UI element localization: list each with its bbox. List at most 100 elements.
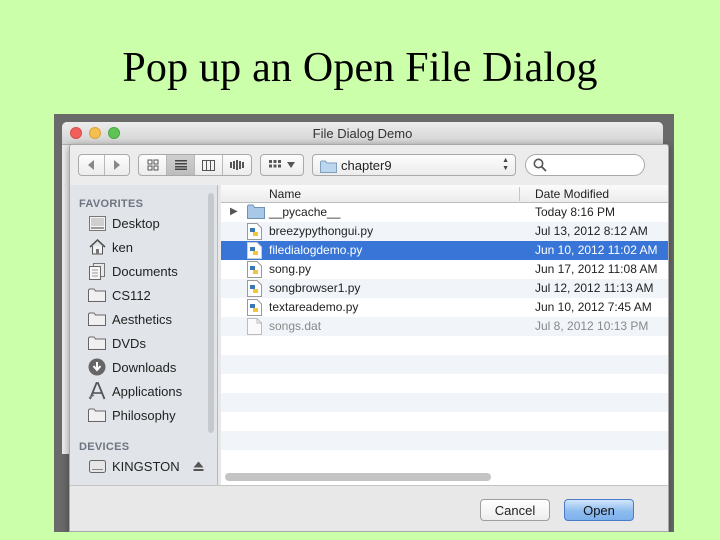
file-list: Name Date Modified ▶ __pycache__ Today 8… — [221, 185, 668, 485]
sidebar-item-applications[interactable]: Applications — [88, 380, 214, 402]
forward-button[interactable] — [105, 155, 130, 175]
window-titlebar[interactable]: File Dialog Demo — [62, 122, 663, 145]
open-file-dialog: chapter9 ▲ ▼ FAVORITES Desktop ken Docume… — [69, 144, 669, 532]
sidebar-item-label: Documents — [112, 263, 178, 279]
sidebar-item-label: Desktop — [112, 215, 160, 231]
python-file-icon — [247, 299, 262, 316]
column-divider[interactable] — [519, 187, 520, 201]
sidebar-item-documents[interactable]: Documents — [88, 260, 214, 282]
icon-view-button[interactable] — [139, 155, 167, 175]
arrange-grid-icon — [269, 160, 281, 168]
location-popup[interactable]: chapter9 ▲ ▼ — [312, 154, 516, 176]
cancel-button[interactable]: Cancel — [480, 499, 550, 521]
cover-flow-view-icon — [230, 160, 244, 170]
empty-row — [221, 412, 668, 431]
sidebar-item-label: KINGSTON — [112, 458, 180, 474]
slide-title: Pop up an Open File Dialog — [122, 45, 598, 91]
scrollbar-thumb[interactable] — [225, 473, 491, 481]
eject-icon[interactable] — [193, 459, 204, 477]
horizontal-scrollbar[interactable] — [225, 473, 665, 481]
list-view-button[interactable] — [167, 155, 195, 175]
search-icon — [533, 158, 547, 172]
column-header-date[interactable]: Date Modified — [535, 187, 609, 201]
chevron-right-icon — [113, 160, 120, 170]
chevron-left-icon — [88, 160, 95, 170]
cover-flow-view-button[interactable] — [223, 155, 251, 175]
sidebar-item-cs112[interactable]: CS112 — [88, 284, 214, 306]
sidebar-item-label: Downloads — [112, 359, 177, 375]
column-view-button[interactable] — [195, 155, 223, 175]
file-date: Jul 8, 2012 10:13 PM — [535, 319, 649, 333]
file-name: textareademo.py — [269, 300, 359, 314]
sidebar-item-aesthetics[interactable]: Aesthetics — [88, 308, 214, 330]
document-icon — [247, 318, 262, 335]
file-date: Jul 13, 2012 8:12 AM — [535, 224, 648, 238]
list-header: Name Date Modified — [221, 185, 668, 203]
folder-icon — [88, 286, 106, 304]
column-header-name[interactable]: Name — [269, 187, 301, 201]
sidebar-item-downloads[interactable]: Downloads — [88, 356, 214, 378]
file-name: songbrowser1.py — [269, 281, 361, 295]
disclosure-triangle-icon[interactable]: ▶ — [230, 206, 238, 217]
downloads-icon — [88, 358, 106, 376]
applications-icon — [88, 382, 106, 400]
search-field[interactable] — [525, 154, 645, 176]
sidebar-item-label: Applications — [112, 383, 183, 399]
file-row[interactable]: song.py Jun 17, 2012 11:08 AM — [221, 260, 668, 279]
dialog-footer: Cancel Open — [70, 485, 668, 531]
location-label: chapter9 — [341, 158, 392, 173]
file-date: Jul 12, 2012 11:13 AM — [535, 281, 654, 295]
empty-row — [221, 355, 668, 374]
file-row[interactable]: ▶ __pycache__ Today 8:16 PM — [221, 203, 668, 222]
documents-icon — [88, 262, 106, 280]
arrange-button[interactable] — [260, 154, 304, 176]
home-icon — [88, 238, 106, 256]
sidebar-item-philosophy[interactable]: Philosophy — [88, 404, 214, 426]
empty-row — [221, 393, 668, 412]
column-view-icon — [202, 159, 215, 171]
empty-row — [221, 336, 668, 355]
file-date: Jun 10, 2012 7:45 AM — [535, 300, 652, 314]
screenshot: File Dialog Demo chapter9 ▲ ▼ FAVORITES … — [54, 114, 674, 532]
python-file-icon — [247, 280, 262, 297]
sidebar-scrollbar[interactable] — [208, 193, 214, 433]
sidebar-item-ken[interactable]: ken — [88, 236, 214, 258]
empty-row — [221, 374, 668, 393]
file-date: Jun 17, 2012 11:08 AM — [535, 262, 658, 276]
file-row[interactable]: breezypythongui.py Jul 13, 2012 8:12 AM — [221, 222, 668, 241]
back-forward-control — [78, 154, 130, 176]
sidebar: FAVORITES Desktop ken Documents CS112 Ae… — [70, 185, 218, 485]
dialog-toolbar: chapter9 ▲ ▼ — [70, 145, 668, 185]
python-file-icon — [247, 223, 262, 240]
file-row[interactable]: songbrowser1.py Jul 12, 2012 11:13 AM — [221, 279, 668, 298]
file-name: filedialogdemo.py — [269, 243, 363, 257]
chevron-down-icon — [287, 162, 295, 168]
sidebar-item-label: DVDs — [112, 335, 146, 351]
icon-view-icon — [147, 159, 158, 171]
python-file-icon — [247, 242, 262, 259]
file-name: songs.dat — [269, 319, 322, 333]
sidebar-item-dvds[interactable]: DVDs — [88, 332, 214, 354]
folder-icon — [320, 160, 337, 173]
sidebar-item-label: CS112 — [112, 287, 151, 303]
file-row[interactable]: textareademo.py Jun 10, 2012 7:45 AM — [221, 298, 668, 317]
file-row-selected[interactable]: filedialogdemo.py Jun 10, 2012 11:02 AM — [221, 241, 668, 260]
sidebar-item-kingston[interactable]: KINGSTON — [88, 455, 208, 477]
list-view-icon — [174, 160, 187, 170]
open-button[interactable]: Open — [564, 499, 634, 521]
sidebar-item-desktop[interactable]: Desktop — [88, 212, 214, 234]
folder-icon — [88, 334, 106, 352]
back-button[interactable] — [79, 155, 105, 175]
folder-icon — [88, 406, 106, 424]
view-mode-control — [138, 154, 252, 176]
file-name: breezypythongui.py — [269, 224, 374, 238]
file-date: Today 8:16 PM — [535, 205, 616, 219]
file-name: song.py — [269, 262, 312, 276]
favorites-header: FAVORITES — [79, 198, 144, 210]
devices-header: DEVICES — [79, 441, 130, 453]
window-title: File Dialog Demo — [312, 126, 413, 141]
sidebar-item-label: Aesthetics — [112, 311, 172, 327]
empty-row — [221, 431, 668, 450]
folder-icon — [88, 310, 106, 328]
file-date: Jun 10, 2012 11:02 AM — [535, 243, 658, 257]
